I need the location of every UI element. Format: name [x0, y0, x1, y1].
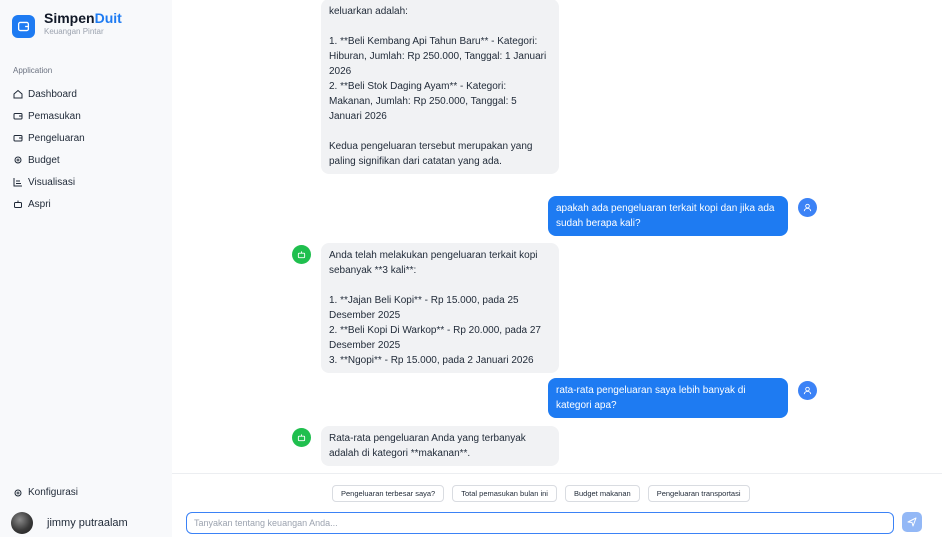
- sidebar-nav: Dashboard Pemasukan Pengeluaran Budget V…: [13, 83, 163, 215]
- suggestion-chip[interactable]: Pengeluaran transportasi: [647, 485, 750, 502]
- sidebar-item-visualisasi[interactable]: Visualisasi: [13, 171, 163, 193]
- sidebar-item-label: Pemasukan: [28, 110, 81, 122]
- bot-icon: [13, 199, 23, 209]
- wallet-icon: [13, 133, 23, 143]
- sidebar-item-label: Visualisasi: [28, 176, 76, 188]
- suggestion-chip[interactable]: Budget makanan: [564, 485, 640, 502]
- nav-section-label: Application: [13, 66, 53, 75]
- brand-name: SimpenDuit: [44, 9, 122, 26]
- wallet-logo-icon: [12, 15, 35, 38]
- sidebar-item-pemasukan[interactable]: Pemasukan: [13, 105, 163, 127]
- divider: [172, 473, 942, 474]
- user-message: rata-rata pengeluaran saya lebih banyak …: [548, 378, 788, 418]
- sidebar-item-pengeluaran[interactable]: Pengeluaran: [13, 127, 163, 149]
- chat-area: keluarkan adalah: 1. **Beli Kembang Api …: [172, 0, 942, 537]
- home-icon: [13, 89, 23, 99]
- chart-icon: [13, 177, 23, 187]
- bot-avatar-icon: [292, 245, 311, 264]
- suggestion-chip[interactable]: Pengeluaran terbesar saya?: [332, 485, 445, 502]
- chat-input[interactable]: [186, 512, 894, 534]
- user-name: jimmy putraalam: [47, 517, 128, 529]
- user-profile[interactable]: jimmy putraalam: [11, 512, 128, 534]
- sidebar-item-budget[interactable]: Budget: [13, 149, 163, 171]
- sidebar-item-label: Aspri: [28, 198, 51, 210]
- user-avatar-icon: [798, 198, 817, 217]
- brand-subtitle: Keuangan Pintar: [44, 26, 104, 36]
- user-avatar-icon: [798, 381, 817, 400]
- assistant-message: keluarkan adalah: 1. **Beli Kembang Api …: [321, 0, 559, 174]
- sidebar-item-konfigurasi[interactable]: Konfigurasi: [13, 487, 78, 498]
- sidebar-item-label: Dashboard: [28, 88, 77, 100]
- user-message: apakah ada pengeluaran terkait kopi dan …: [548, 196, 788, 236]
- sidebar-item-dashboard[interactable]: Dashboard: [13, 83, 163, 105]
- brand[interactable]: SimpenDuit Keuangan Pintar: [12, 8, 122, 38]
- gear-icon: [13, 488, 23, 498]
- gear-icon: [13, 155, 23, 165]
- assistant-message: Anda telah melakukan pengeluaran terkait…: [321, 243, 559, 373]
- config-label: Konfigurasi: [28, 487, 79, 498]
- send-button[interactable]: [902, 512, 922, 532]
- suggestion-chip[interactable]: Total pemasukan bulan ini: [452, 485, 557, 502]
- sidebar-item-label: Budget: [28, 154, 60, 166]
- bot-avatar-icon: [292, 428, 311, 447]
- wallet-icon: [13, 111, 23, 121]
- assistant-message: Rata-rata pengeluaran Anda yang terbanya…: [321, 426, 559, 466]
- sidebar-item-aspri[interactable]: Aspri: [13, 193, 163, 215]
- sidebar-item-label: Pengeluaran: [28, 132, 85, 144]
- sidebar: SimpenDuit Keuangan Pintar Application D…: [0, 0, 172, 537]
- suggestion-chips: Pengeluaran terbesar saya? Total pemasuk…: [332, 485, 750, 502]
- send-icon: [907, 517, 917, 527]
- avatar: [11, 512, 33, 534]
